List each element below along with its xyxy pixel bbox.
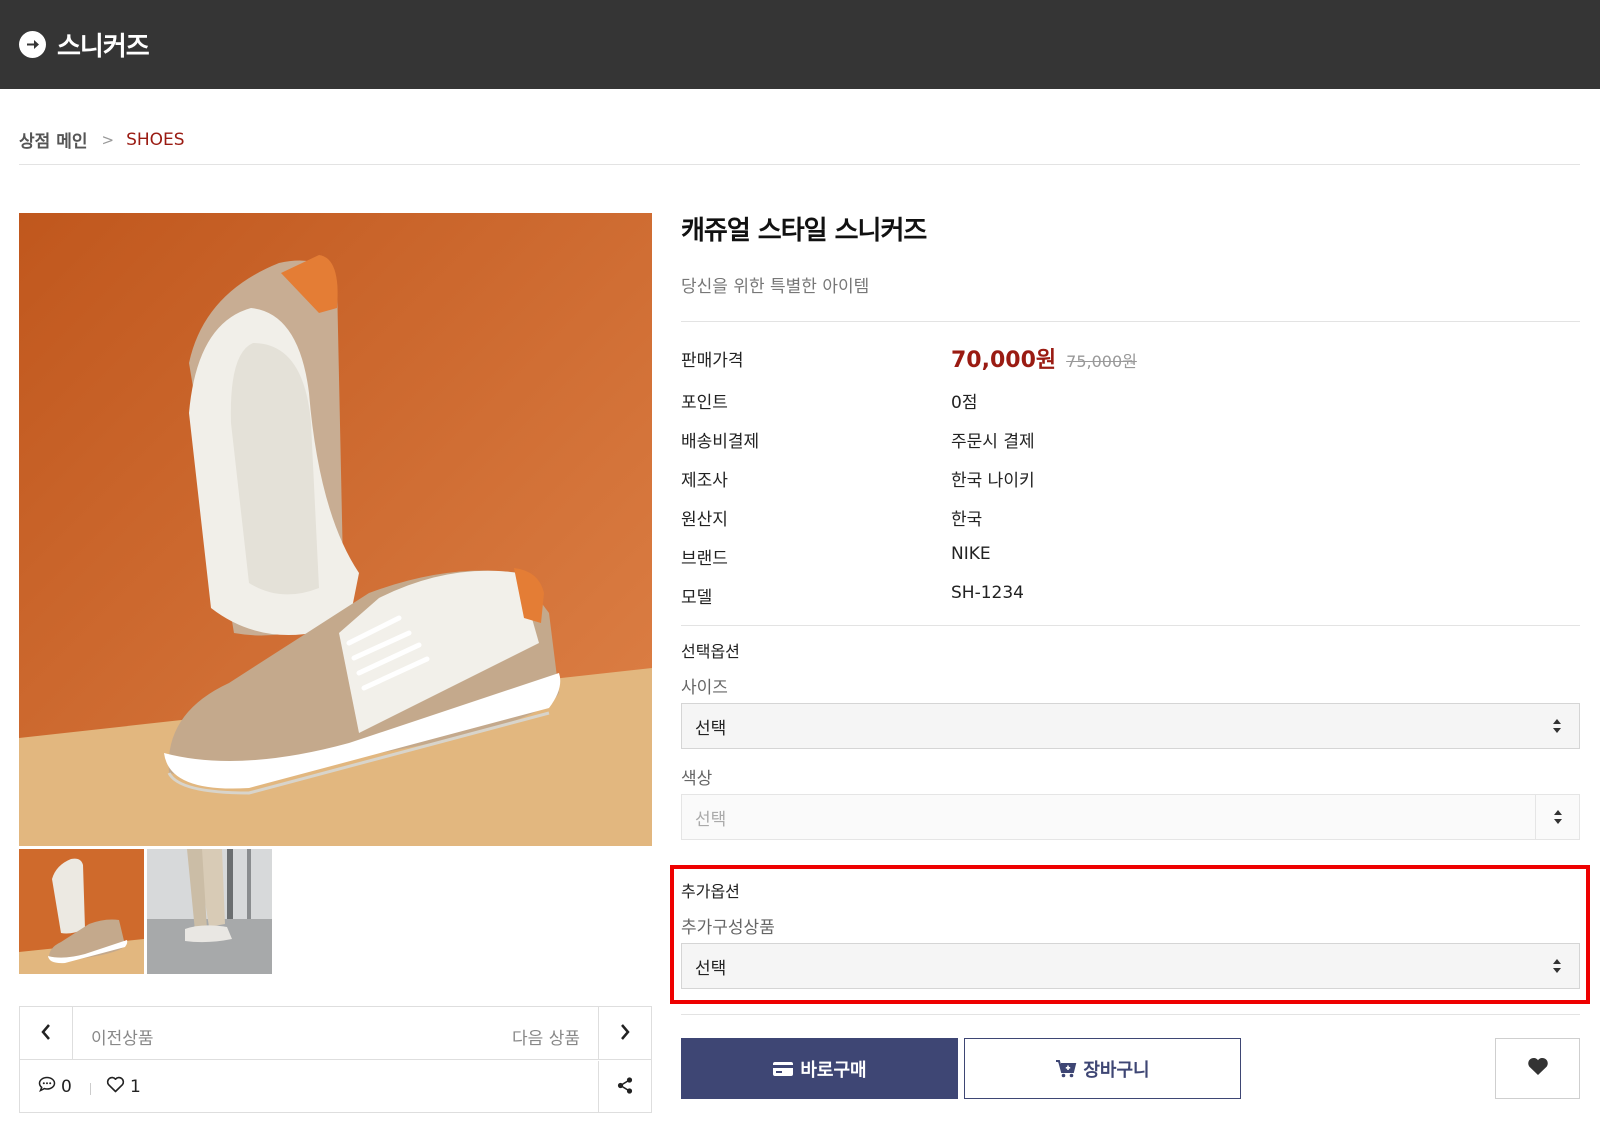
chevron-right-icon — [619, 1023, 631, 1045]
sale-price: 70,000원 — [951, 348, 1057, 373]
divider — [681, 1014, 1580, 1015]
share-button[interactable] — [598, 1061, 651, 1113]
breadcrumb-home-link[interactable]: 상점 메인 — [19, 127, 87, 152]
heart-icon — [1527, 1057, 1549, 1080]
extra-product-label: 추가구성상품 — [681, 918, 775, 938]
price: 70,000원 75,000원 — [951, 342, 1137, 374]
extra-options-title: 추가옵션 — [681, 882, 740, 901]
breadcrumb-current-link[interactable]: SHOES — [126, 130, 185, 150]
share-icon — [617, 1076, 633, 1098]
divider — [681, 625, 1580, 626]
cart-plus-icon — [1055, 1059, 1077, 1078]
info-value-brand: NIKE — [951, 544, 991, 564]
product-navigation: 이전상품 다음 상품 0 1 — [19, 1006, 652, 1113]
main-product-image[interactable] — [19, 213, 652, 846]
credit-card-icon — [772, 1061, 794, 1077]
info-label-model: 모델 — [681, 588, 713, 608]
size-select-value: 선택 — [695, 718, 727, 739]
product-summary: 당신을 위한 특별한 아이템 — [681, 277, 870, 297]
stats-row: 0 1 — [20, 1061, 651, 1113]
info-label-price: 판매가격 — [681, 351, 744, 371]
wishlist-button[interactable] — [1495, 1038, 1580, 1099]
prev-product-button[interactable] — [20, 1007, 73, 1060]
top-bar: 스니커즈 — [0, 0, 1600, 89]
prev-product-link[interactable]: 이전상품 — [91, 1024, 154, 1049]
info-value-model: SH-1234 — [951, 583, 1024, 603]
page-title: 스니커즈 — [57, 32, 150, 62]
sort-arrows-icon — [1535, 944, 1579, 988]
add-to-cart-label: 장바구니 — [1083, 1059, 1150, 1081]
likes-count-value: 1 — [130, 1077, 141, 1097]
sort-arrows-icon — [1535, 704, 1579, 748]
info-label-maker: 제조사 — [681, 471, 728, 491]
product-name: 캐쥬얼 스타일 스니커즈 — [681, 216, 927, 246]
arrow-circle-right-icon — [19, 31, 46, 58]
breadcrumb: 상점 메인 > SHOES — [19, 127, 185, 153]
original-price: 75,000원 — [1066, 352, 1137, 371]
extra-product-select[interactable]: 선택 — [681, 943, 1580, 989]
info-label-shipping: 배송비결제 — [681, 432, 760, 452]
options-title: 선택옵션 — [681, 642, 740, 661]
prev-next-row: 이전상품 다음 상품 — [20, 1007, 651, 1060]
info-value-points: 0점 — [951, 393, 978, 413]
info-label-origin: 원산지 — [681, 510, 728, 530]
buy-now-label: 바로구매 — [800, 1059, 867, 1081]
comment-icon — [38, 1076, 56, 1097]
color-select[interactable]: 선택 — [681, 794, 1580, 840]
comments-count[interactable]: 0 — [38, 1076, 72, 1097]
info-label-brand: 브랜드 — [681, 549, 728, 569]
thumbnail-image[interactable] — [19, 849, 144, 974]
color-select-value: 선택 — [695, 809, 727, 830]
info-label-points: 포인트 — [681, 393, 728, 413]
breadcrumb-separator: > — [101, 130, 115, 149]
size-select[interactable]: 선택 — [681, 703, 1580, 749]
sort-arrows-icon — [1535, 795, 1579, 839]
next-product-link[interactable]: 다음 상품 — [512, 1024, 580, 1049]
heart-outline-icon — [106, 1076, 125, 1098]
chevron-left-icon — [40, 1023, 52, 1045]
extra-product-select-value: 선택 — [695, 958, 727, 979]
info-value-maker: 한국 나이키 — [951, 471, 1035, 491]
add-to-cart-button[interactable]: 장바구니 — [964, 1038, 1241, 1099]
info-value-shipping: 주문시 결제 — [951, 432, 1035, 452]
buy-now-button[interactable]: 바로구매 — [681, 1038, 958, 1099]
info-value-origin: 한국 — [951, 510, 983, 530]
likes-count[interactable]: 1 — [106, 1076, 141, 1098]
divider — [19, 164, 1580, 165]
comments-count-value: 0 — [61, 1076, 72, 1097]
divider — [90, 1083, 91, 1095]
divider — [681, 321, 1580, 322]
size-label: 사이즈 — [681, 678, 728, 698]
color-label: 색상 — [681, 769, 713, 789]
next-product-button[interactable] — [598, 1007, 651, 1060]
thumbnail-image[interactable] — [147, 849, 272, 974]
